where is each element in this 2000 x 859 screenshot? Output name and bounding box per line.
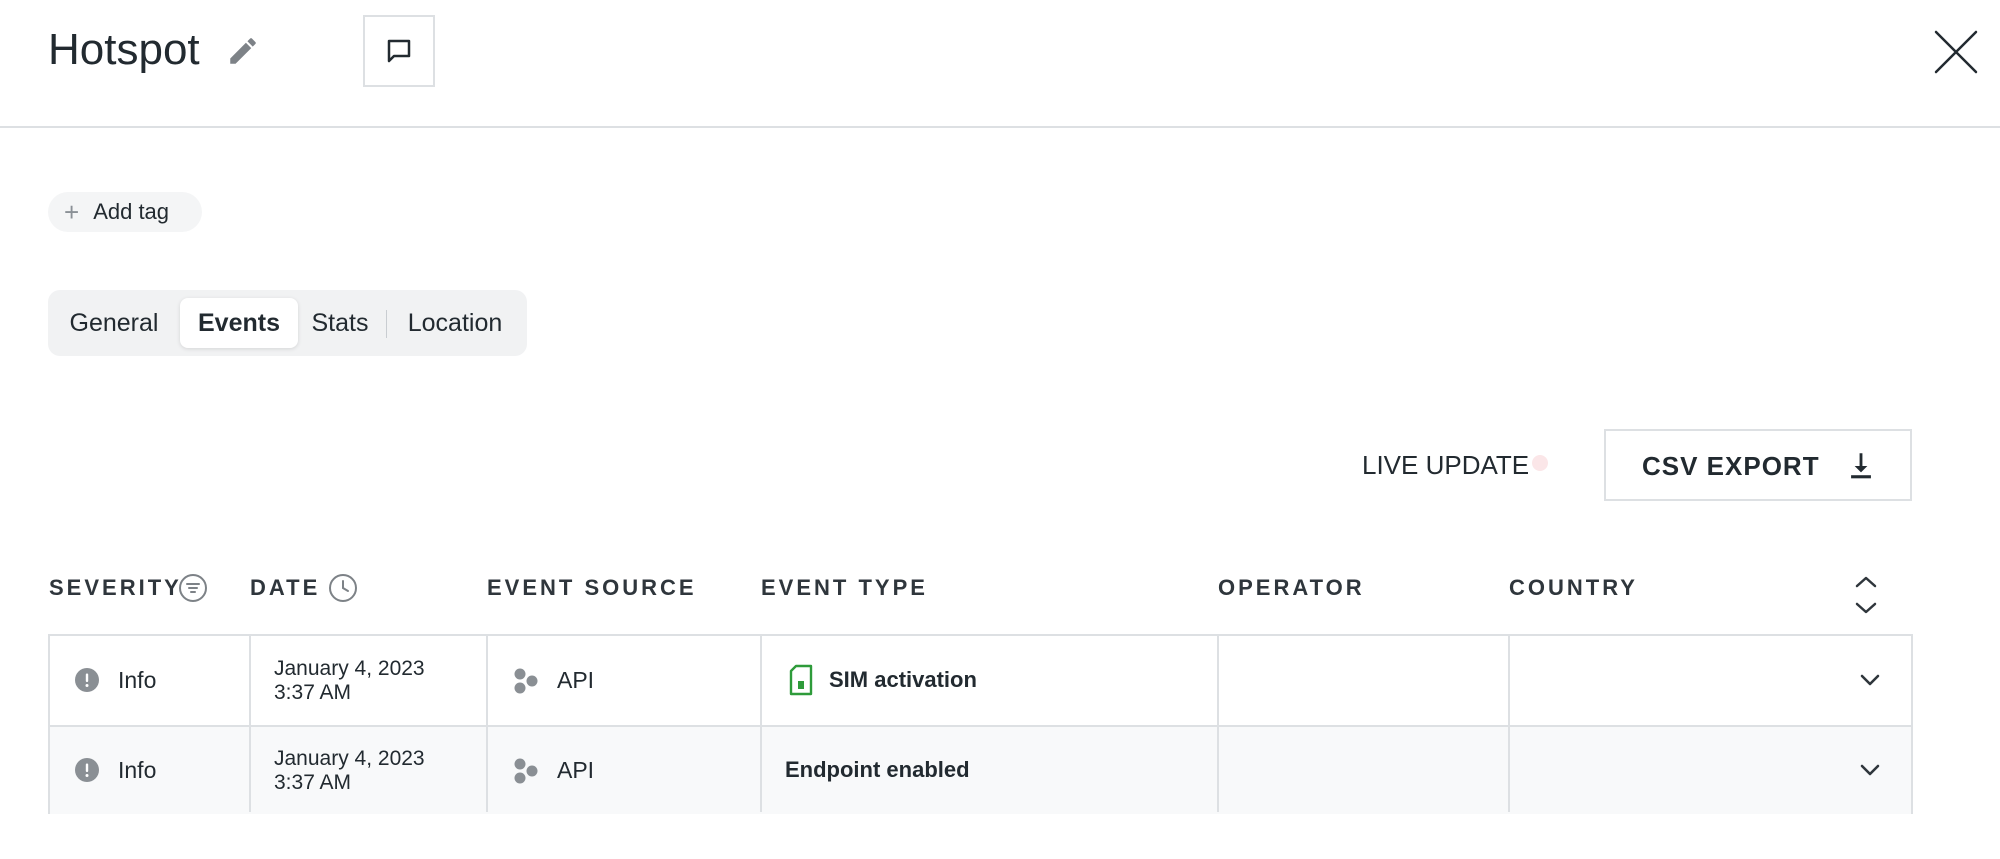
close-icon xyxy=(1934,30,1978,74)
date-value: January 4, 2023 xyxy=(274,657,425,680)
events-table: Info January 4, 2023 3:37 AM API SIM act… xyxy=(48,634,1913,814)
table-row[interactable]: Info January 4, 2023 3:37 AM API SIM act… xyxy=(50,636,1911,725)
tab-general[interactable]: General xyxy=(62,298,166,348)
tab-location[interactable]: Location xyxy=(396,298,514,348)
plus-icon: + xyxy=(64,197,80,227)
comment-button[interactable] xyxy=(363,15,435,87)
event-source-value: API xyxy=(557,757,595,783)
severity-value: Info xyxy=(118,757,157,783)
panel-header: Hotspot xyxy=(0,0,2000,128)
column-header-country: COUNTRY xyxy=(1509,575,1638,600)
csv-export-button[interactable]: CSV EXPORT xyxy=(1604,429,1912,501)
chevron-down-icon[interactable] xyxy=(1855,755,1885,785)
column-divider xyxy=(1217,636,1219,812)
column-header-event-source: EVENT SOURCE xyxy=(487,575,697,600)
api-source-icon xyxy=(514,668,538,694)
info-severity-icon xyxy=(75,758,99,782)
tab-stats[interactable]: Stats xyxy=(304,298,376,348)
sort-icon[interactable] xyxy=(1852,570,1880,620)
event-source-value: API xyxy=(557,667,595,693)
comment-icon xyxy=(387,39,411,63)
column-header-event-type: EVENT TYPE xyxy=(761,575,928,600)
event-type-value: SIM activation xyxy=(829,667,977,692)
close-button[interactable] xyxy=(1930,26,1982,78)
csv-export-label: CSV EXPORT xyxy=(1642,451,1820,481)
column-header-operator: OPERATOR xyxy=(1218,575,1365,600)
column-divider xyxy=(249,636,251,812)
add-tag-button[interactable]: + Add tag xyxy=(48,192,202,232)
tab-divider xyxy=(386,310,387,338)
page-title: Hotspot xyxy=(48,25,200,74)
tab-events[interactable]: Events xyxy=(180,298,298,348)
api-source-icon xyxy=(514,758,538,784)
clock-icon[interactable] xyxy=(328,573,358,603)
tab-bar: General Events Stats Location xyxy=(48,290,527,356)
column-divider xyxy=(1508,636,1510,812)
pencil-icon[interactable] xyxy=(226,34,260,68)
date-value: January 4, 2023 xyxy=(274,747,425,770)
time-value: 3:37 AM xyxy=(274,771,352,794)
column-header-severity: SEVERITY xyxy=(49,575,182,600)
table-row[interactable]: Info January 4, 2023 3:37 AM API Endpoin… xyxy=(50,725,1911,814)
column-header-date: DATE xyxy=(250,575,321,600)
event-type-value: Endpoint enabled xyxy=(785,757,970,782)
live-update-label[interactable]: LIVE UPDATE xyxy=(1362,450,1529,480)
column-divider xyxy=(760,636,762,812)
live-update-indicator xyxy=(1532,455,1548,471)
info-severity-icon xyxy=(75,668,99,692)
severity-value: Info xyxy=(118,667,157,693)
time-value: 3:37 AM xyxy=(274,681,352,704)
sim-card-icon xyxy=(789,664,813,696)
add-tag-label: Add tag xyxy=(93,199,170,224)
chevron-down-icon[interactable] xyxy=(1855,665,1885,695)
filter-icon[interactable] xyxy=(178,573,208,603)
column-divider xyxy=(486,636,488,812)
download-icon xyxy=(1851,453,1871,479)
